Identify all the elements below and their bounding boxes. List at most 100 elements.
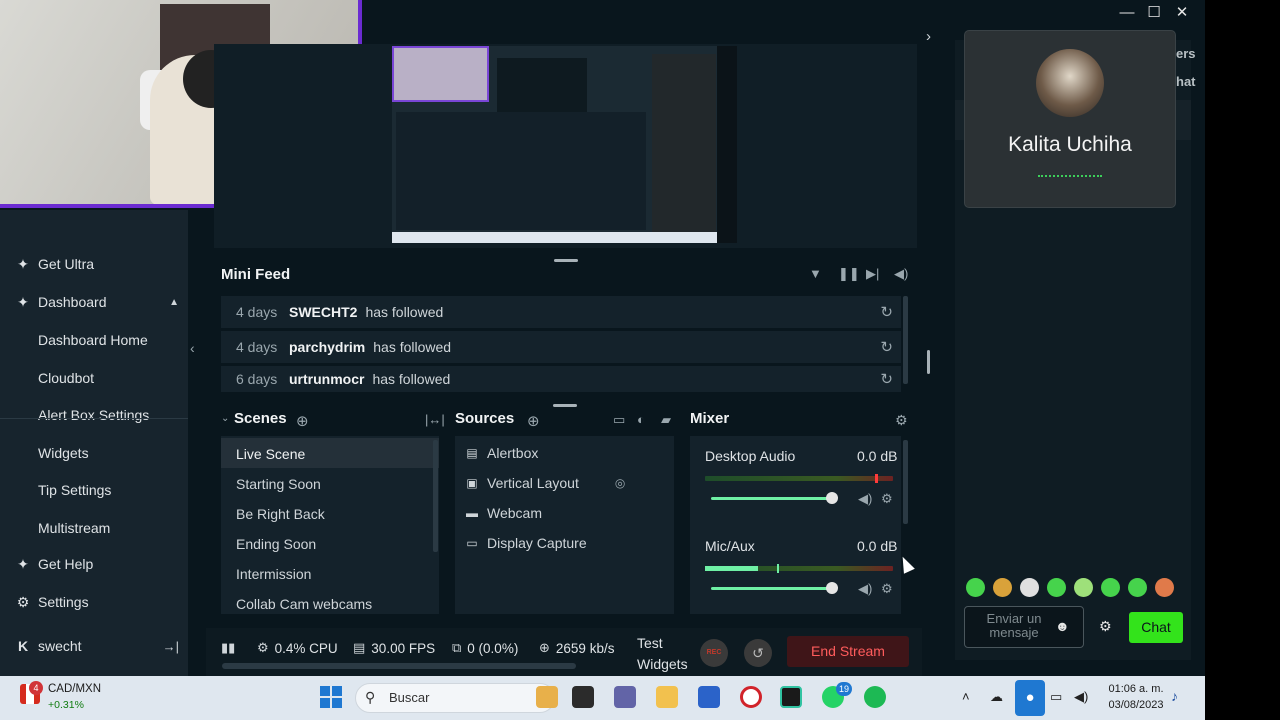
emote-icon[interactable] bbox=[966, 578, 985, 597]
task-view-icon[interactable] bbox=[572, 686, 594, 708]
feed-scrollbar[interactable] bbox=[903, 296, 908, 384]
taskbar-search[interactable] bbox=[355, 683, 555, 713]
file-explorer-icon[interactable] bbox=[656, 686, 678, 708]
nav-cloudbot[interactable]: Cloudbot bbox=[38, 370, 94, 386]
skip-icon[interactable]: ▶| bbox=[866, 266, 879, 282]
replay-icon[interactable]: ↻ bbox=[880, 370, 893, 388]
replay-buffer-button[interactable]: ↺ bbox=[744, 639, 772, 667]
replay-icon[interactable]: ↻ bbox=[880, 303, 893, 321]
source-audio-icon[interactable]: ◐ bbox=[637, 412, 645, 427]
feed-row: 6 days urtrunmocr has followed ↻ bbox=[221, 366, 901, 392]
currency-ticker[interactable]: CAD/MXN bbox=[48, 683, 101, 695]
record-button[interactable]: REC bbox=[700, 639, 728, 667]
speaker-icon[interactable]: ◀) bbox=[858, 491, 872, 507]
streamlabs-icon[interactable] bbox=[780, 686, 802, 708]
windows-start-icon[interactable] bbox=[320, 686, 342, 708]
taskbar-app-icon[interactable] bbox=[536, 686, 558, 708]
preview-resize-handle[interactable] bbox=[554, 259, 578, 262]
nav-get-ultra[interactable]: ✦ Get Ultra bbox=[14, 252, 94, 276]
add-source-icon[interactable]: ⊕ bbox=[527, 412, 540, 430]
peak-indicator bbox=[777, 564, 779, 573]
onedrive-icon[interactable]: ☁ bbox=[990, 689, 1003, 705]
scene-item[interactable]: Starting Soon bbox=[236, 476, 321, 492]
maximize-button[interactable]: ☐ bbox=[1143, 3, 1165, 23]
scenes-scrollbar[interactable] bbox=[433, 440, 438, 552]
status-scrollbar[interactable] bbox=[222, 663, 576, 669]
source-item[interactable]: ▭ Display Capture bbox=[465, 535, 586, 551]
source-item[interactable]: ▤ Alertbox bbox=[465, 445, 538, 461]
preview-capture bbox=[392, 46, 717, 243]
mixer-gear-icon[interactable]: ⚙ bbox=[895, 412, 908, 429]
nav-dashboard-home[interactable]: Dashboard Home bbox=[38, 332, 148, 348]
microphone-icon[interactable]: ● bbox=[1015, 680, 1045, 716]
clock-time[interactable]: 01:06 a. m. bbox=[1106, 683, 1166, 695]
nav-dashboard[interactable]: ✦ Dashboard ▲ bbox=[14, 290, 179, 314]
network-icon[interactable]: ▭ bbox=[1050, 689, 1062, 705]
speaker-icon[interactable]: ◀) bbox=[858, 581, 872, 597]
emote-icon[interactable] bbox=[1074, 578, 1093, 597]
volume-icon[interactable]: ◀) bbox=[894, 266, 908, 282]
nav-multistream[interactable]: Multistream bbox=[38, 520, 110, 536]
preview-taskbar bbox=[392, 232, 717, 243]
volume-tray-icon[interactable]: ◀) bbox=[1074, 689, 1088, 705]
nav-user[interactable]: K swecht →| bbox=[14, 634, 179, 658]
notification-bell-icon[interactable]: ♪ bbox=[1171, 688, 1178, 704]
teams-icon[interactable] bbox=[614, 686, 636, 708]
image-icon: ▣ bbox=[466, 475, 478, 490]
test-widgets-button[interactable]: Test Widgets bbox=[637, 633, 697, 675]
nav-widgets[interactable]: Widgets bbox=[38, 445, 89, 461]
nav-settings[interactable]: ⚙ Settings bbox=[14, 590, 89, 614]
source-item[interactable]: ▬ Webcam bbox=[465, 505, 542, 521]
scene-item[interactable]: Collab Cam webcams bbox=[236, 596, 372, 612]
hidden-eye-icon[interactable]: ◎ bbox=[615, 476, 625, 490]
minimize-button[interactable]: — bbox=[1116, 3, 1138, 23]
scene-item-live[interactable]: Live Scene bbox=[236, 446, 305, 462]
logout-icon[interactable]: →| bbox=[163, 639, 179, 654]
source-item[interactable]: ▣ Vertical Layout ◎ bbox=[465, 475, 625, 491]
emote-icon[interactable] bbox=[1155, 578, 1174, 597]
panel-resize-handle[interactable] bbox=[553, 404, 577, 407]
emoji-icon[interactable]: ☻ bbox=[1055, 618, 1070, 634]
globe-icon: ⊕ bbox=[539, 640, 550, 655]
chat-resize-handle[interactable] bbox=[927, 350, 930, 374]
filter-icon[interactable]: ▼ bbox=[809, 266, 822, 281]
chevron-down-icon[interactable]: ⌄ bbox=[221, 413, 229, 424]
source-display-icon[interactable]: ▭ bbox=[613, 412, 625, 428]
chat-tab-partial: ers bbox=[1176, 46, 1196, 61]
pause-icon[interactable]: ❚❚ bbox=[838, 266, 860, 282]
channel-gear-icon[interactable]: ⚙ bbox=[881, 581, 893, 597]
close-button[interactable]: ✕ bbox=[1171, 3, 1193, 23]
stats-chart-icon[interactable]: ▮▮ bbox=[221, 640, 241, 656]
chevron-right-icon[interactable]: › bbox=[926, 28, 931, 45]
sources-panel bbox=[455, 436, 674, 614]
volume-slider-track bbox=[711, 497, 831, 500]
mixer-scrollbar[interactable] bbox=[903, 440, 908, 524]
emote-icon[interactable] bbox=[993, 578, 1012, 597]
scene-item[interactable]: Be Right Back bbox=[236, 506, 325, 522]
alertbox-icon: ▤ bbox=[466, 445, 478, 460]
emote-icon[interactable] bbox=[1128, 578, 1147, 597]
scene-item[interactable]: Intermission bbox=[236, 566, 311, 582]
tray-chevron-up-icon[interactable]: ˄ bbox=[962, 689, 970, 704]
end-stream-button[interactable]: End Stream bbox=[787, 636, 909, 667]
sidebar-collapse-chevron-icon[interactable]: ‹ bbox=[190, 340, 195, 356]
opera-icon[interactable] bbox=[740, 686, 762, 708]
spotify-icon[interactable] bbox=[864, 686, 886, 708]
nav-alert-box-settings[interactable]: Alert Box Settings bbox=[38, 407, 149, 423]
chat-settings-icon[interactable]: ⚙ bbox=[1099, 618, 1112, 635]
scene-item[interactable]: Ending Soon bbox=[236, 536, 316, 552]
add-folder-icon[interactable]: ▰ bbox=[661, 412, 671, 428]
scene-transition-icon[interactable]: |↔| bbox=[425, 412, 445, 427]
nav-get-help[interactable]: ✦ Get Help bbox=[14, 552, 93, 576]
emote-icon[interactable] bbox=[1047, 578, 1066, 597]
emote-icon[interactable] bbox=[1101, 578, 1120, 597]
volume-slider-knob[interactable] bbox=[826, 492, 838, 504]
emote-icon[interactable] bbox=[1020, 578, 1039, 597]
replay-icon[interactable]: ↻ bbox=[880, 338, 893, 356]
nav-tip-settings[interactable]: Tip Settings bbox=[38, 482, 111, 498]
channel-gear-icon[interactable]: ⚙ bbox=[881, 491, 893, 507]
chat-send-button[interactable]: Chat bbox=[1129, 612, 1183, 643]
add-scene-icon[interactable]: ⊕ bbox=[296, 412, 309, 430]
volume-slider-knob[interactable] bbox=[826, 582, 838, 594]
store-icon[interactable] bbox=[698, 686, 720, 708]
